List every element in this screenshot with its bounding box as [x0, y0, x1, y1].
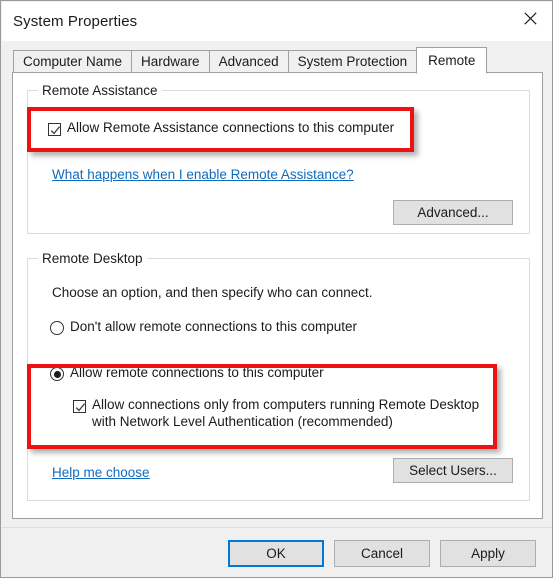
radio-allow-remote-connections-label: Allow remote connections to this compute… — [70, 365, 324, 380]
remote-assistance-group: Remote Assistance Allow Remote Assistanc… — [27, 83, 530, 234]
network-level-authentication-label-line1: Allow connections only from computers ru… — [92, 397, 480, 412]
remote-assistance-help-link[interactable]: What happens when I enable Remote Assist… — [52, 167, 354, 182]
tab-hardware[interactable]: Hardware — [131, 50, 210, 73]
radio-dont-allow-remote-connections[interactable] — [50, 321, 64, 335]
apply-button[interactable]: Apply — [440, 540, 536, 567]
radio-selected-dot — [53, 370, 61, 378]
radio-allow-remote-connections[interactable] — [50, 367, 64, 381]
remote-desktop-instruction: Choose an option, and then specify who c… — [52, 285, 373, 300]
tab-strip: Computer Name Hardware Advanced System P… — [2, 41, 552, 74]
window-title: System Properties — [13, 13, 138, 30]
system-properties-dialog: System Properties Computer Name Hardware… — [0, 0, 553, 578]
remote-assistance-allow-checkbox[interactable] — [48, 123, 61, 136]
help-me-choose-link[interactable]: Help me choose — [52, 465, 150, 480]
cancel-button[interactable]: Cancel — [334, 540, 430, 567]
select-users-button[interactable]: Select Users... — [393, 458, 513, 483]
radio-dont-allow-remote-connections-label: Don't allow remote connections to this c… — [70, 319, 357, 334]
tab-advanced[interactable]: Advanced — [208, 50, 289, 73]
remote-assistance-allow-checkbox-label: Allow Remote Assistance connections to t… — [67, 120, 395, 135]
ok-button[interactable]: OK — [228, 540, 324, 567]
remote-assistance-group-title: Remote Assistance — [38, 83, 162, 98]
title-bar: System Properties — [2, 2, 552, 41]
close-icon[interactable] — [507, 2, 552, 34]
network-level-authentication-checkbox[interactable] — [73, 400, 86, 413]
remote-desktop-group-title: Remote Desktop — [38, 251, 147, 266]
tab-content-remote: Remote Assistance Allow Remote Assistanc… — [12, 72, 543, 519]
dialog-footer: OK Cancel Apply — [2, 527, 552, 577]
network-level-authentication-label-line2: with Network Level Authentication (recom… — [92, 414, 393, 429]
tab-remote[interactable]: Remote — [416, 47, 488, 74]
advanced-button[interactable]: Advanced... — [393, 200, 513, 225]
tab-system-protection[interactable]: System Protection — [287, 50, 418, 73]
tab-computer-name[interactable]: Computer Name — [13, 50, 133, 73]
remote-desktop-group: Remote Desktop Choose an option, and the… — [27, 251, 530, 501]
